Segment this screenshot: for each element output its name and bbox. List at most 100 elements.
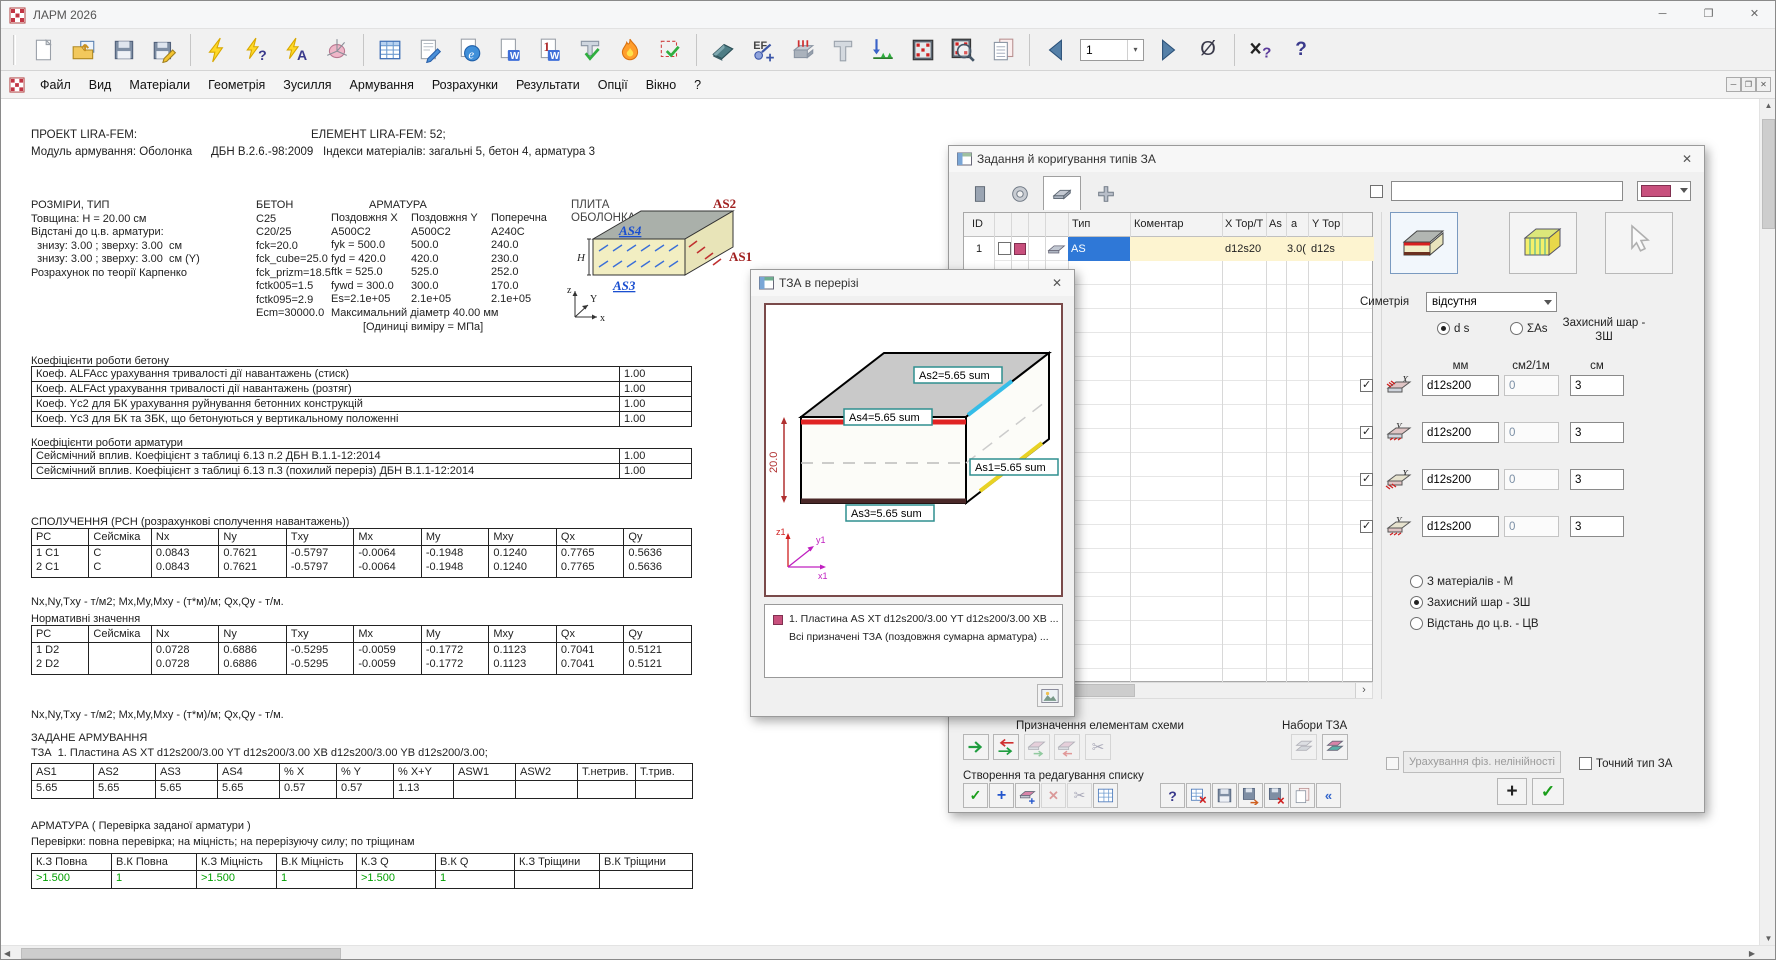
vertical-scrollbar[interactable]: ▲ ▼ — [1759, 99, 1776, 945]
concrete-block-load-button[interactable] — [783, 32, 823, 68]
scroll-left-icon[interactable]: ◀ — [4, 949, 10, 958]
view-solid-button[interactable] — [1509, 212, 1577, 274]
assign-set-button[interactable] — [1024, 734, 1050, 760]
horizontal-scroll-thumb[interactable] — [21, 948, 341, 959]
load-influence-button[interactable] — [863, 32, 903, 68]
collapse-button[interactable]: « — [1316, 783, 1341, 808]
menu-item[interactable]: Геометрія — [199, 71, 274, 99]
list-table-button[interactable] — [1093, 783, 1118, 808]
nonlinearity-checkbox[interactable] — [1386, 757, 1399, 770]
next-element-button[interactable] — [1148, 32, 1188, 68]
row-as[interactable] — [1266, 237, 1286, 261]
menu-item[interactable]: Результати — [507, 71, 589, 99]
t-section-button[interactable] — [823, 32, 863, 68]
color-combo[interactable] — [1637, 181, 1691, 201]
horizontal-scrollbar[interactable]: ◀ ▶ — [1, 945, 1776, 960]
apply-button[interactable]: ✓ — [963, 783, 988, 808]
report-notes-button[interactable] — [410, 32, 450, 68]
word-report-button[interactable]: W — [490, 32, 530, 68]
row-checkbox[interactable] — [998, 242, 1011, 255]
menu-item[interactable]: Зусилля — [274, 71, 340, 99]
dropdown-arrow-icon[interactable] — [1539, 293, 1556, 311]
fragment-zoom-button[interactable] — [943, 32, 983, 68]
radio-from-materials[interactable] — [1410, 575, 1423, 588]
empty-set-button[interactable]: Ø — [1188, 32, 1228, 68]
types-dialog-titlebar[interactable]: Задання й коригування типів ЗА ✕ — [949, 146, 1704, 172]
row-type[interactable]: AS — [1068, 237, 1130, 261]
remove-set-button[interactable] — [1054, 734, 1080, 760]
reassign-button[interactable] — [993, 734, 1019, 760]
bar-yb-cover-input[interactable] — [1570, 516, 1624, 537]
fire-resistance-button[interactable] — [610, 32, 650, 68]
sets-open-button[interactable] — [1322, 734, 1348, 760]
menu-item[interactable]: Розрахунки — [423, 71, 507, 99]
radio-sas[interactable] — [1510, 322, 1523, 335]
copy-pages-button[interactable] — [983, 32, 1023, 68]
ef-add-button[interactable]: EF — [743, 32, 783, 68]
bar-xt-checkbox[interactable] — [1360, 379, 1373, 392]
minimize-button[interactable]: ─ — [1640, 1, 1685, 28]
bar-yt-cover-input[interactable] — [1570, 422, 1624, 443]
clear-table-button[interactable] — [1186, 783, 1211, 808]
save-button[interactable] — [104, 32, 144, 68]
add-row-button[interactable]: + — [1497, 778, 1527, 805]
row-color-swatch[interactable] — [1014, 243, 1026, 255]
bar-yb-checkbox[interactable] — [1360, 520, 1373, 533]
scroll-down-icon[interactable]: ▼ — [1760, 934, 1776, 943]
assign-button[interactable] — [963, 734, 989, 760]
grid-scroll-right-icon[interactable]: › — [1355, 683, 1372, 698]
types-dialog-close[interactable]: ✕ — [1678, 150, 1696, 168]
element-number-combo[interactable]: ▾ — [1080, 39, 1144, 61]
bar-yb-input[interactable] — [1422, 516, 1499, 537]
element-number-input[interactable] — [1081, 42, 1127, 58]
radio-cover-layer[interactable] — [1410, 596, 1423, 609]
scroll-up-icon[interactable]: ▲ — [1760, 101, 1776, 110]
new-document-button[interactable] — [24, 32, 64, 68]
bar-xt-cover-input[interactable] — [1570, 375, 1624, 396]
sets-save-button[interactable] — [1291, 734, 1317, 760]
menu-item[interactable]: Вікно — [637, 71, 685, 99]
help-button[interactable]: ? — [1281, 32, 1321, 68]
copy-type-button[interactable] — [1015, 783, 1040, 808]
scroll-right-icon[interactable]: ▶ — [1749, 949, 1755, 958]
prev-element-button[interactable] — [1036, 32, 1076, 68]
combo-arrow-icon[interactable]: ▾ — [1127, 40, 1143, 60]
delete-saved-button[interactable] — [1264, 783, 1289, 808]
view-layers-button[interactable] — [1390, 212, 1458, 274]
grid-row-1[interactable]: 1 AS d12s20 3.0( d12s — [964, 237, 1372, 261]
fragment-button[interactable] — [903, 32, 943, 68]
section-dialog-titlebar[interactable]: ТЗА в перерізі ✕ — [751, 270, 1074, 296]
t-section-check-button[interactable] — [570, 32, 610, 68]
confirm-button[interactable]: ✓ — [1532, 778, 1564, 805]
row-a[interactable]: 3.0( — [1286, 237, 1308, 261]
menu-item[interactable]: Матеріали — [120, 71, 199, 99]
delete-type-button[interactable]: ✕ — [1041, 783, 1066, 808]
menu-item[interactable]: Вид — [80, 71, 121, 99]
tab-add[interactable] — [1089, 180, 1123, 208]
duplicate-list-button[interactable] — [1290, 783, 1315, 808]
close-button[interactable]: ✕ — [1732, 1, 1776, 28]
calculate-query-button[interactable]: ? — [237, 32, 277, 68]
bar-yt-input[interactable] — [1422, 422, 1499, 443]
child-close-button[interactable]: ✕ — [1756, 77, 1771, 92]
tables-view-button[interactable] — [370, 32, 410, 68]
word-numbered-report-button[interactable]: 1W — [530, 32, 570, 68]
bar-yt-checkbox[interactable] — [1360, 426, 1373, 439]
section-dialog-close[interactable]: ✕ — [1048, 274, 1066, 292]
child-restore-button[interactable]: ❐ — [1741, 77, 1756, 92]
cut-assignment-button[interactable]: ✂ — [1085, 734, 1111, 760]
save-list-button[interactable] — [1212, 783, 1237, 808]
vertical-scroll-thumb[interactable] — [1762, 119, 1775, 229]
save-as-button[interactable] — [144, 32, 184, 68]
calculate-all-button[interactable]: A — [277, 32, 317, 68]
row-ytop[interactable]: d12s — [1308, 237, 1374, 261]
maximize-button[interactable]: ❐ — [1686, 1, 1731, 28]
tab-plates-selected[interactable] — [1043, 176, 1081, 210]
add-type-button[interactable]: + — [989, 783, 1014, 808]
html-report-button[interactable]: e — [450, 32, 490, 68]
symmetry-dropdown[interactable]: відсутня — [1426, 292, 1557, 312]
open-project-button[interactable] — [64, 32, 104, 68]
delete-query-button[interactable]: ? — [1241, 32, 1281, 68]
cut-type-button[interactable]: ✂ — [1067, 783, 1092, 808]
bar-xb-input[interactable] — [1422, 469, 1499, 490]
